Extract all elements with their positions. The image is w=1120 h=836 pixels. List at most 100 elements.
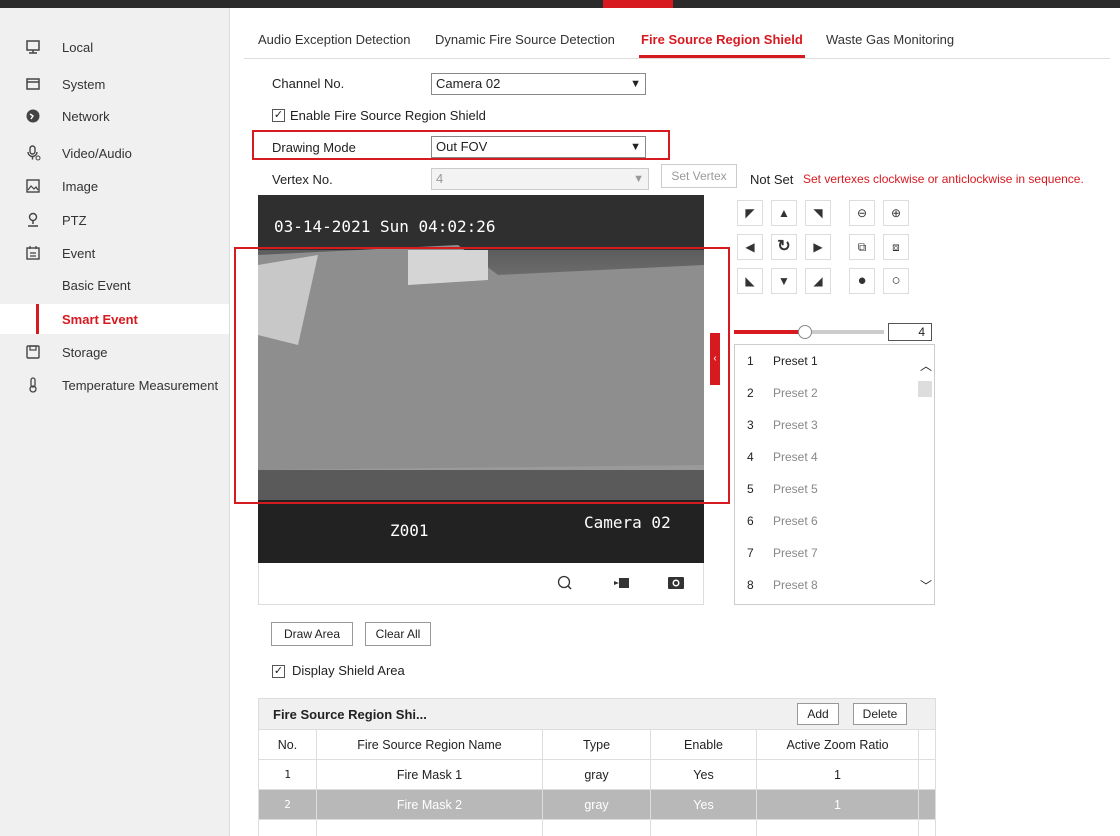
focus-far-icon[interactable]: ⧈	[883, 234, 909, 260]
vertex-select[interactable]: 4 ▼	[431, 168, 649, 190]
drawing-mode-label: Drawing Mode	[272, 140, 356, 155]
sidebar-item-label: Local	[62, 39, 94, 55]
storage-icon	[24, 343, 42, 361]
sidebar-item-system[interactable]: System	[0, 69, 229, 99]
vertex-hint: Set vertexes clockwise or anticlockwise …	[803, 172, 1084, 186]
record-icon[interactable]	[614, 575, 632, 594]
tab-divider	[244, 58, 1110, 59]
list-item[interactable]: 1 Preset 1	[735, 345, 916, 377]
add-button[interactable]: Add	[797, 703, 839, 725]
ptz-auto-button[interactable]: ↻	[771, 234, 797, 260]
sidebar-item-temperature[interactable]: Temperature Measurement	[0, 370, 229, 400]
preset-scrollbar[interactable]: ︿ ﹀	[916, 345, 934, 604]
speed-slider-handle[interactable]	[798, 325, 812, 339]
display-shield-label: Display Shield Area	[292, 663, 405, 678]
sidebar-item-smart-event[interactable]: Smart Event	[0, 304, 229, 334]
iris-close-icon[interactable]: ○	[883, 268, 909, 294]
table-header-row: No. Fire Source Region Name Type Enable …	[258, 730, 936, 760]
channel-label: Channel No.	[272, 76, 345, 91]
thermometer-icon	[24, 376, 42, 394]
list-item[interactable]: 6 Preset 6	[735, 505, 916, 537]
sidebar-item-label: Event	[62, 245, 96, 261]
tab-dynamic-fire-source[interactable]: Dynamic Fire Source Detection	[435, 24, 615, 58]
ptz-down-button[interactable]: ▼	[771, 268, 797, 294]
column-header: Active Zoom Ratio	[757, 730, 919, 760]
network-icon	[24, 107, 42, 125]
ptz-right-button[interactable]: ▶	[805, 234, 831, 260]
ptz-up-button[interactable]: ▲	[771, 200, 797, 226]
zoom-out-icon[interactable]: ⊖	[849, 200, 875, 226]
sidebar: Local System Network Video/Audio Image P…	[0, 8, 230, 836]
table-row[interactable]: 1 Fire Mask 1 gray Yes 1	[258, 760, 936, 790]
chevron-down-icon: ▼	[630, 141, 641, 153]
sidebar-item-label: Smart Event	[62, 311, 138, 327]
ptz-up-right-button[interactable]: ◥	[805, 200, 831, 226]
list-item[interactable]: 8 Preset 8	[735, 569, 916, 601]
chevron-down-icon: ▼	[630, 78, 641, 90]
mic-icon	[24, 144, 42, 162]
calendar-icon	[24, 244, 42, 262]
list-item[interactable]: 4 Preset 4	[735, 441, 916, 473]
sidebar-item-ptz[interactable]: PTZ	[0, 205, 229, 235]
video-timestamp: 03-14-2021 Sun 04:02:26	[274, 217, 496, 236]
sidebar-item-label: Network	[62, 108, 110, 124]
collapse-panel-button[interactable]: ‹	[710, 333, 720, 385]
list-item[interactable]: 7 Preset 7	[735, 537, 916, 569]
vertex-status: Not Set	[750, 172, 794, 187]
chevron-down-icon[interactable]: ﹀	[920, 577, 932, 594]
sidebar-item-basic-event[interactable]: Basic Event	[0, 270, 229, 300]
speed-slider[interactable]	[734, 325, 884, 339]
chevron-up-icon[interactable]: ︿	[920, 357, 932, 374]
table-row[interactable]: 2 Fire Mask 2 gray Yes 1	[258, 790, 936, 820]
list-item[interactable]: 3 Preset 3	[735, 409, 916, 441]
video-toolbar	[258, 563, 704, 605]
table-toolbar: Fire Source Region Shi... Add Delete	[258, 698, 936, 730]
tab-waste-gas[interactable]: Waste Gas Monitoring	[826, 24, 954, 58]
ptz-down-left-button[interactable]: ◣	[737, 268, 763, 294]
3d-zoom-icon[interactable]	[557, 575, 573, 594]
list-item[interactable]: 2 Preset 2	[735, 377, 916, 409]
speed-slider-fill	[734, 330, 802, 334]
list-item[interactable]: 5 Preset 5	[735, 473, 916, 505]
sidebar-item-label: Temperature Measurement	[62, 377, 219, 393]
channel-value: Camera 02	[436, 76, 501, 91]
sidebar-item-network[interactable]: Network	[0, 101, 229, 131]
ptz-down-right-button[interactable]: ◢	[805, 268, 831, 294]
sidebar-item-label: System	[62, 76, 106, 92]
system-icon	[24, 75, 42, 93]
sidebar-item-event[interactable]: Event	[0, 238, 229, 268]
ptz-up-left-button[interactable]: ◤	[737, 200, 763, 226]
focus-near-icon[interactable]: ⧉	[849, 234, 875, 260]
zoom-in-icon[interactable]: ⊕	[883, 200, 909, 226]
clear-all-button[interactable]: Clear All	[365, 622, 431, 646]
sidebar-item-label: Storage	[62, 344, 108, 360]
ptz-left-button[interactable]: ◀	[737, 234, 763, 260]
top-bar-accent	[603, 0, 673, 8]
delete-button[interactable]: Delete	[853, 703, 907, 725]
drawing-mode-select[interactable]: Out FOV ▼	[431, 136, 646, 158]
sidebar-item-storage[interactable]: Storage	[0, 337, 229, 367]
column-header: Enable	[651, 730, 757, 760]
display-shield-checkbox[interactable]: ✓	[272, 665, 285, 678]
set-vertex-button[interactable]: Set Vertex	[661, 164, 737, 188]
sidebar-item-image[interactable]: Image	[0, 171, 229, 201]
sidebar-item-video-audio[interactable]: Video/Audio	[0, 138, 229, 168]
drawing-mode-value: Out FOV	[436, 139, 488, 154]
enable-checkbox[interactable]: ✓	[272, 109, 285, 122]
sidebar-item-label: PTZ	[62, 212, 87, 228]
monitor-icon	[24, 38, 42, 56]
channel-select[interactable]: Camera 02 ▼	[431, 73, 646, 95]
scroll-thumb[interactable]	[918, 381, 932, 397]
video-left-label: Z001	[390, 521, 429, 540]
tab-audio-exception[interactable]: Audio Exception Detection	[258, 24, 410, 58]
column-header: No.	[259, 730, 317, 760]
draw-area-button[interactable]: Draw Area	[271, 622, 353, 646]
iris-open-icon[interactable]: ●	[849, 268, 875, 294]
top-bar	[0, 0, 1120, 8]
tab-fire-source-region-shield[interactable]: Fire Source Region Shield	[639, 24, 805, 58]
camera-icon[interactable]	[667, 574, 685, 593]
chevron-down-icon: ▼	[633, 173, 644, 185]
speed-value[interactable]: 4	[888, 323, 932, 341]
enable-label: Enable Fire Source Region Shield	[290, 108, 486, 123]
sidebar-item-local[interactable]: Local	[0, 32, 229, 62]
